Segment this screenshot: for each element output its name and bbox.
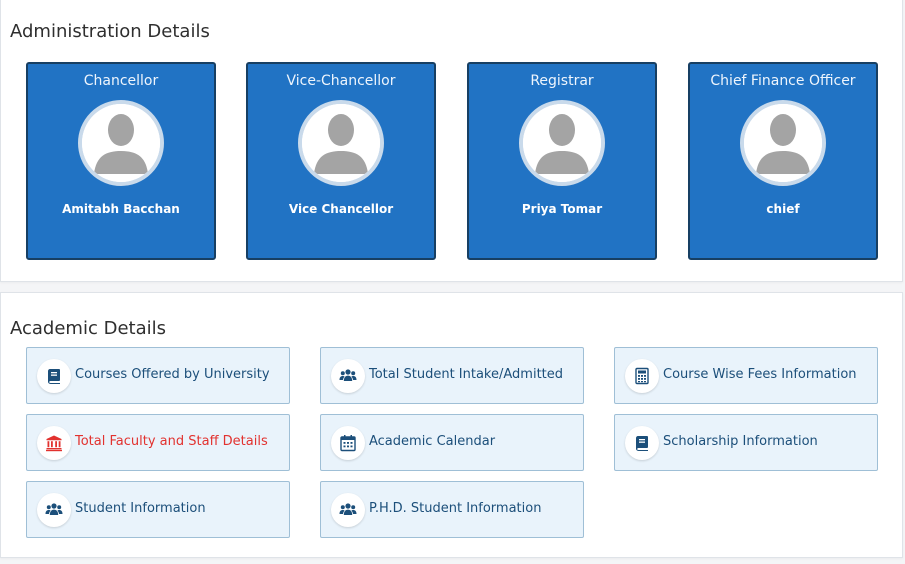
- tile-label: Courses Offered by University: [75, 367, 270, 382]
- admin-card-chancellor[interactable]: Chancellor Amitabh Bacchan: [26, 62, 216, 260]
- tile-label: Total Faculty and Staff Details: [75, 434, 268, 449]
- book-icon: [625, 426, 659, 460]
- tile-label: Course Wise Fees Information: [663, 367, 857, 382]
- admin-name: chief: [766, 202, 800, 216]
- avatar-placeholder-icon: [78, 100, 164, 186]
- admin-card-chief-finance-officer[interactable]: Chief Finance Officer chief: [688, 62, 878, 260]
- calendar-icon: [331, 426, 365, 460]
- book-icon: [37, 359, 71, 393]
- academic-panel: Academic Details Courses Offered by Univ…: [0, 292, 903, 558]
- tile-label: Academic Calendar: [369, 434, 496, 449]
- admin-role: Chief Finance Officer: [710, 73, 856, 89]
- faculty-staff-link[interactable]: Total Faculty and Staff Details: [26, 414, 290, 471]
- scholarship-link[interactable]: Scholarship Information: [614, 414, 878, 471]
- avatar-placeholder-icon: [519, 100, 605, 186]
- tile-label: Total Student Intake/Admitted: [369, 367, 564, 382]
- admin-role: Vice-Chancellor: [286, 73, 396, 89]
- admin-role: Registrar: [530, 73, 594, 89]
- student-information-link[interactable]: Student Information: [26, 481, 290, 538]
- administration-panel: Administration Details Chancellor Amitab…: [0, 0, 903, 282]
- course-fees-link[interactable]: Course Wise Fees Information: [614, 347, 878, 404]
- users-icon: [331, 493, 365, 527]
- tile-label: Student Information: [75, 501, 206, 516]
- tile-label: Scholarship Information: [663, 434, 818, 449]
- administration-title: Administration Details: [10, 21, 210, 42]
- courses-offered-link[interactable]: Courses Offered by University: [26, 347, 290, 404]
- users-icon: [331, 359, 365, 393]
- student-intake-link[interactable]: Total Student Intake/Admitted: [320, 347, 584, 404]
- academic-calendar-link[interactable]: Academic Calendar: [320, 414, 584, 471]
- avatar-placeholder-icon: [740, 100, 826, 186]
- academic-title: Academic Details: [10, 318, 166, 339]
- admin-name: Priya Tomar: [521, 202, 603, 216]
- admin-name: Vice Chancellor: [288, 202, 394, 216]
- avatar-placeholder-icon: [298, 100, 384, 186]
- admin-card-vice-chancellor[interactable]: Vice-Chancellor Vice Chancellor: [246, 62, 436, 260]
- admin-role: Chancellor: [83, 73, 159, 89]
- admin-card-registrar[interactable]: Registrar Priya Tomar: [467, 62, 657, 260]
- phd-student-information-link[interactable]: P.H.D. Student Information: [320, 481, 584, 538]
- tile-label: P.H.D. Student Information: [369, 501, 542, 516]
- users-icon: [37, 493, 71, 527]
- institution-icon: [37, 426, 71, 460]
- calculator-icon: [625, 359, 659, 393]
- admin-name: Amitabh Bacchan: [62, 202, 180, 216]
